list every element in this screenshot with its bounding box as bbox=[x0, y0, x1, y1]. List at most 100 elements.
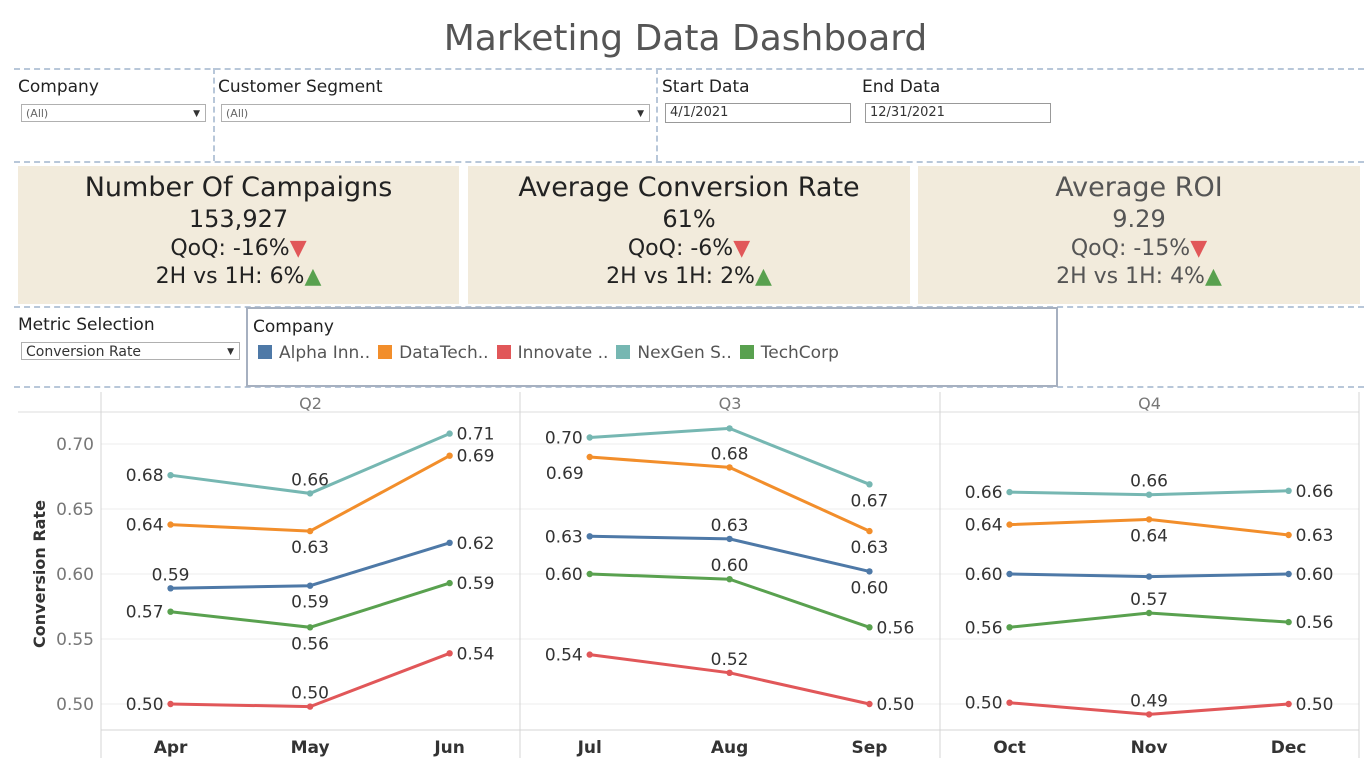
data-label: 0.63 bbox=[851, 538, 889, 558]
kpi-title: Average Conversion Rate bbox=[518, 172, 860, 203]
kpi-qoq-text: QoQ: -6% bbox=[627, 236, 734, 261]
data-point bbox=[446, 539, 453, 546]
start-date-input[interactable]: 4/1/2021 bbox=[665, 103, 851, 123]
data-label: 0.59 bbox=[457, 574, 495, 594]
data-label: 0.60 bbox=[711, 556, 749, 576]
data-label: 0.50 bbox=[291, 684, 329, 704]
data-point bbox=[446, 579, 453, 587]
x-tick-label: Nov bbox=[1131, 738, 1168, 758]
data-label: 0.63 bbox=[1296, 526, 1334, 546]
triangle-up-icon: ▲ bbox=[1204, 264, 1222, 289]
legend-item-label: TechCorp bbox=[760, 343, 839, 363]
data-point bbox=[167, 521, 174, 528]
data-point bbox=[726, 576, 733, 583]
segment-filter-dropdown[interactable]: (All) ▼ bbox=[221, 104, 650, 122]
divider-v2 bbox=[656, 68, 658, 161]
data-label: 0.57 bbox=[126, 603, 164, 623]
x-tick-label: Aug bbox=[711, 738, 748, 758]
data-point bbox=[726, 425, 733, 432]
panel-header-label: Q3 bbox=[719, 394, 742, 413]
legend-item-datatech[interactable]: DataTech.. bbox=[378, 343, 489, 363]
data-label: 0.64 bbox=[965, 516, 1003, 536]
kpi-hvh: 2H vs 1H: 2%▲ bbox=[468, 264, 910, 289]
data-label: 0.69 bbox=[457, 447, 495, 467]
legend-item-innovate[interactable]: Innovate .. bbox=[496, 343, 608, 363]
data-point bbox=[446, 452, 453, 459]
triangle-down-icon: ▼ bbox=[733, 236, 751, 261]
kpi-hvh-text: 2H vs 1H: 2% bbox=[606, 264, 755, 289]
legend-item-label: NexGen S.. bbox=[637, 343, 732, 363]
divider-filters bbox=[14, 161, 1364, 163]
data-point bbox=[167, 585, 174, 592]
chevron-down-icon: ▼ bbox=[637, 109, 644, 119]
dashboard-title: Marketing Data Dashboard bbox=[443, 18, 928, 59]
y-tick-label: 0.55 bbox=[56, 630, 94, 650]
data-point bbox=[1145, 711, 1153, 718]
company-legend: Company Alpha Inn.. DataTech.. Innovate ..… bbox=[246, 307, 1058, 387]
triangle-down-icon: ▼ bbox=[289, 236, 307, 261]
data-point bbox=[167, 700, 174, 708]
y-tick-label: 0.50 bbox=[56, 695, 94, 715]
y-tick-label: 0.70 bbox=[56, 435, 94, 455]
data-point bbox=[167, 472, 174, 479]
legend-swatch bbox=[739, 345, 754, 359]
data-label: 0.50 bbox=[126, 695, 164, 715]
metric-selection-value: Conversion Rate bbox=[26, 344, 142, 360]
company-filter-dropdown[interactable]: (All) ▼ bbox=[21, 104, 206, 122]
y-tick-label: 0.60 bbox=[56, 565, 94, 585]
x-tick-label: Jun bbox=[433, 738, 465, 758]
data-point bbox=[306, 527, 314, 535]
end-date-input[interactable]: 12/31/2021 bbox=[865, 103, 1051, 123]
x-tick-label: Jul bbox=[577, 738, 602, 758]
data-label: 0.50 bbox=[876, 695, 914, 715]
metric-selection-label: Metric Selection bbox=[18, 315, 155, 335]
kpi-qoq-text: QoQ: -16% bbox=[170, 236, 290, 261]
segment-filter-value: (All) bbox=[226, 107, 249, 120]
data-point bbox=[1006, 570, 1013, 578]
data-point bbox=[1145, 516, 1153, 523]
kpi-card-conversion: Average Conversion Rate 61% QoQ: -6%▼ 2H… bbox=[468, 166, 910, 304]
y-tick-label: 0.65 bbox=[56, 500, 94, 520]
data-point bbox=[1145, 573, 1153, 580]
metric-selection-dropdown[interactable]: Conversion Rate ▼ bbox=[21, 342, 240, 360]
legend-item-alpha[interactable]: Alpha Inn.. bbox=[258, 343, 370, 363]
data-point bbox=[586, 434, 593, 441]
kpi-card-roi: Average ROI 9.29 QoQ: -15%▼ 2H vs 1H: 4%… bbox=[918, 166, 1360, 304]
data-point bbox=[1006, 488, 1013, 496]
data-point bbox=[167, 608, 174, 615]
legend-swatch bbox=[378, 345, 393, 359]
kpi-value: 153,927 bbox=[188, 205, 289, 233]
data-point bbox=[866, 527, 873, 535]
legend-swatch bbox=[616, 345, 631, 359]
data-point bbox=[586, 453, 593, 461]
data-label: 0.54 bbox=[545, 646, 583, 666]
data-label: 0.70 bbox=[545, 429, 583, 449]
data-label: 0.54 bbox=[457, 644, 495, 664]
data-point bbox=[866, 700, 873, 708]
panel-header-label: Q4 bbox=[1138, 394, 1161, 413]
data-point bbox=[446, 650, 453, 657]
data-label: 0.66 bbox=[1296, 482, 1334, 502]
legend-item-nexgen[interactable]: NexGen S.. bbox=[616, 343, 732, 363]
panel-header-label: Q2 bbox=[299, 394, 322, 413]
data-point bbox=[1006, 624, 1013, 631]
data-label: 0.57 bbox=[1130, 590, 1168, 610]
divider-top bbox=[14, 68, 1364, 70]
chevron-down-icon: ▼ bbox=[227, 347, 234, 357]
data-point bbox=[866, 481, 873, 488]
data-point bbox=[446, 430, 453, 437]
legend-item-label: Alpha Inn.. bbox=[279, 343, 371, 363]
x-tick-label: May bbox=[291, 738, 330, 758]
data-label: 0.69 bbox=[546, 464, 584, 484]
company-filter-label: Company bbox=[18, 77, 99, 97]
conversion-rate-line-chart: Q2 Apr May Jun Q3 Jul Aug Sep Q4 Oct Nov Dec 0.50 0.5… bbox=[18, 392, 1360, 758]
data-label: 0.59 bbox=[152, 565, 190, 585]
data-point bbox=[1285, 700, 1292, 708]
legend-item-techcorp[interactable]: TechCorp bbox=[739, 343, 839, 363]
kpi-hvh-text: 2H vs 1H: 4% bbox=[1056, 264, 1205, 289]
legend-items: Alpha Inn.. DataTech.. Innovate .. NexGen S… bbox=[258, 343, 847, 363]
data-label: 0.56 bbox=[291, 634, 329, 654]
data-label: 0.67 bbox=[851, 491, 889, 511]
data-point bbox=[586, 570, 593, 578]
data-point bbox=[866, 568, 873, 575]
